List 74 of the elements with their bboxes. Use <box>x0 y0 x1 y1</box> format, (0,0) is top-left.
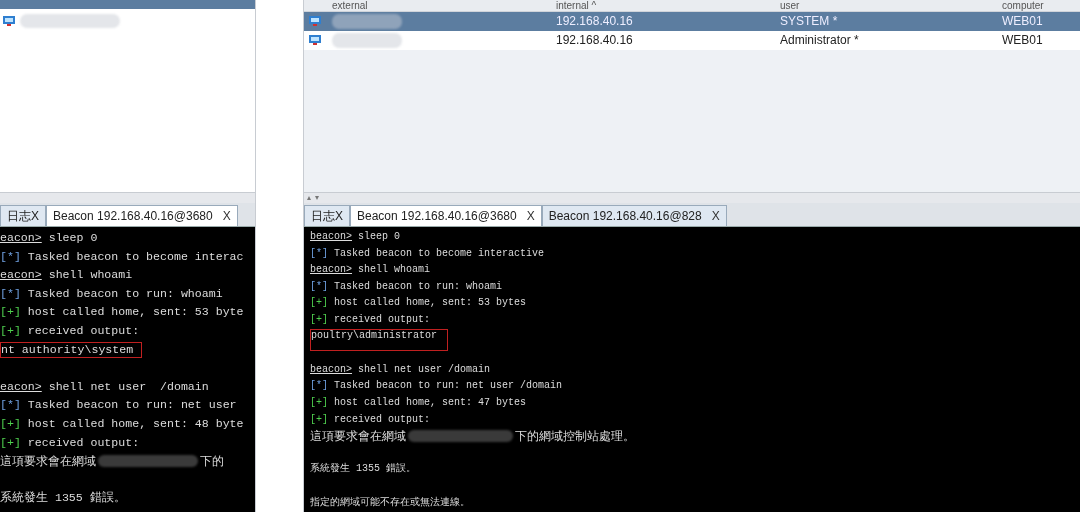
info-marker: [*] <box>0 285 21 302</box>
info-marker: [*] <box>310 246 328 261</box>
info-marker: [*] <box>0 248 21 265</box>
column-header[interactable]: internal ^ <box>556 0 597 11</box>
console-tab[interactable]: Beacon 192.168.40.16@3680 X <box>350 205 542 226</box>
success-marker: [+] <box>0 304 21 321</box>
table-cell-text: WEB01 <box>1002 13 1043 30</box>
table-cell-text: 192.168.40.16 <box>556 32 633 49</box>
success-marker: [+] <box>310 312 328 327</box>
console-text: received output: <box>333 412 431 427</box>
command-text: shell net user /domain <box>47 378 209 395</box>
console-text: host called home, sent: 47 bytes <box>333 395 527 410</box>
table-cell-text: 192.168.40.16 <box>556 13 633 30</box>
table-cell-text: Administrator * <box>780 32 859 49</box>
column-header[interactable]: computer <box>1002 0 1044 11</box>
success-marker: [+] <box>310 412 328 427</box>
table-cell-text: SYSTEM * <box>780 13 838 30</box>
prompt-label: eacon> <box>0 267 42 284</box>
console-tab[interactable]: 日志X <box>0 205 46 226</box>
session-row[interactable]: 192.168.40.16 SYSTEM * WEB01 <box>304 12 1080 31</box>
console-text: Tasked beacon to run: whoami <box>26 285 223 302</box>
command-text: sleep 0 <box>47 230 98 246</box>
console-text: host called home, sent: 53 byte <box>26 304 244 321</box>
console-text: received output: <box>26 322 140 339</box>
success-marker: [+] <box>310 296 328 311</box>
output-text: 下的 <box>200 453 224 471</box>
success-marker: [+] <box>310 395 328 410</box>
output-text: 系統發生 1355 錯誤。 <box>310 462 416 477</box>
console-tab[interactable]: Beacon 192.168.40.16@828 X <box>541 205 727 226</box>
console-text: host called home, sent: 53 bytes <box>333 296 527 311</box>
session-row[interactable]: 192.168.40.16 Administrator * WEB01 <box>304 31 1080 50</box>
console-text: Tasked beacon to become interactive <box>333 246 545 261</box>
prompt-label: beacon> <box>310 362 352 377</box>
column-header[interactable]: user <box>780 0 800 11</box>
output-text: 系統發生 1355 錯誤。 <box>0 490 126 507</box>
console-text: host called home, sent: 48 byte <box>26 415 244 432</box>
output-text: nt authority\system <box>0 341 143 358</box>
success-marker: [+] <box>0 415 21 432</box>
column-header[interactable]: external <box>332 0 368 11</box>
prompt-label: beacon> <box>310 230 352 244</box>
blurred-text <box>332 14 402 29</box>
prompt-label: beacon> <box>310 263 352 278</box>
monitor-icon <box>308 34 322 46</box>
monitor-icon <box>2 14 16 27</box>
command-text: sleep 0 <box>357 230 401 244</box>
command-text: shell whoami <box>47 267 133 284</box>
console-text: received output: <box>333 312 431 327</box>
success-marker: [+] <box>0 434 21 451</box>
output-text: 指定的網域可能不存在或無法連線。 <box>310 495 470 510</box>
console-text: Tasked beacon to run: whoami <box>333 279 503 294</box>
console-tab[interactable]: Beacon 192.168.40.16@3680 X <box>46 205 238 226</box>
table-cell-text: WEB01 <box>1002 32 1043 49</box>
console-tab[interactable]: 日志X <box>304 205 350 226</box>
blurred-text <box>332 33 402 48</box>
output-text: 這項要求會在網域 <box>310 428 406 445</box>
success-marker: [+] <box>0 322 21 339</box>
output-text: poultry\administrator <box>310 328 449 351</box>
output-text: 下的網域控制站處理。 <box>515 428 635 445</box>
console-text: Tasked beacon to run: net user /domain <box>333 379 563 394</box>
splitter-arrows-icon[interactable] <box>306 195 320 201</box>
monitor-icon <box>308 15 322 27</box>
console-text: received output: <box>26 434 140 451</box>
info-marker: [*] <box>0 397 21 414</box>
command-text: shell net user /domain <box>357 362 491 377</box>
output-text: 這項要求會在網域 <box>0 453 96 471</box>
console-text: Tasked beacon to run: net user <box>26 397 237 414</box>
info-marker: [*] <box>310 379 328 394</box>
command-text: shell whoami <box>357 263 431 278</box>
info-marker: [*] <box>310 279 328 294</box>
splitter-bar[interactable] <box>0 192 255 203</box>
session-row[interactable] <box>0 0 255 9</box>
prompt-label: eacon> <box>0 230 42 246</box>
prompt-label: eacon> <box>0 378 42 395</box>
console-text: Tasked beacon to become interac <box>26 248 244 265</box>
